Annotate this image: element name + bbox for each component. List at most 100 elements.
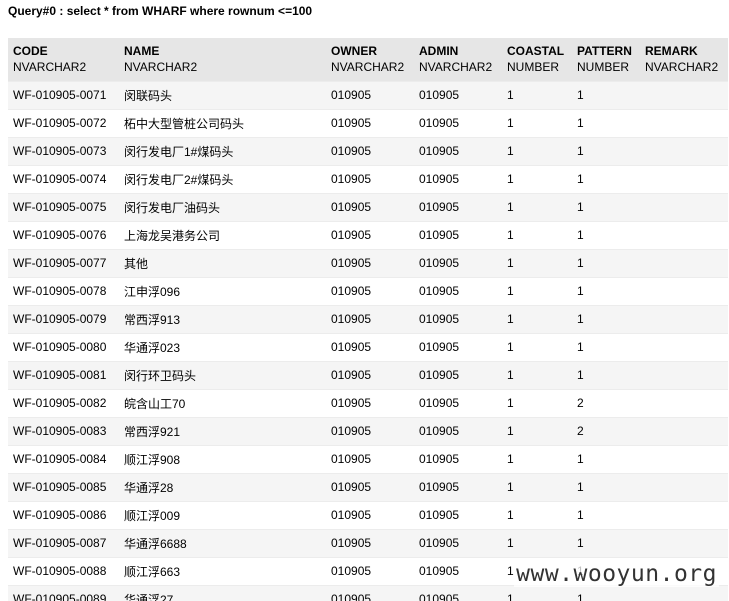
- cell-owner: 010905: [326, 360, 414, 389]
- cell-name: 常西浮913: [119, 304, 326, 333]
- table-row: WF-010905-0071 闵联码头 010905 010905 1 1: [8, 80, 728, 109]
- cell-admin: 010905: [414, 164, 502, 193]
- query-result-page: Query#0 : select * from WHARF where rown…: [0, 0, 729, 601]
- cell-owner: 010905: [326, 220, 414, 249]
- cell-pattern: 1: [572, 80, 640, 109]
- cell-code: WF-010905-0075: [8, 192, 119, 221]
- table-row: WF-010905-0079 常西浮913 010905 010905 1 1: [8, 304, 728, 333]
- column-header-admin: ADMIN NVARCHAR2: [414, 38, 502, 81]
- cell-name: 柘中大型管桩公司码头: [119, 108, 326, 137]
- cell-admin: 010905: [414, 388, 502, 417]
- cell-pattern: 1: [572, 108, 640, 137]
- cell-coastal: 1: [502, 388, 572, 417]
- cell-owner: 010905: [326, 416, 414, 445]
- cell-code: WF-010905-0073: [8, 136, 119, 165]
- column-name: CODE: [13, 44, 48, 59]
- cell-admin: 010905: [414, 136, 502, 165]
- cell-admin: 010905: [414, 444, 502, 473]
- cell-admin: 010905: [414, 276, 502, 305]
- cell-code: WF-010905-0080: [8, 332, 119, 361]
- column-type: NVARCHAR2: [645, 60, 719, 75]
- column-name: REMARK: [645, 44, 698, 59]
- cell-pattern: 1: [572, 528, 640, 557]
- table-row: WF-010905-0084 顺江浮908 010905 010905 1 1: [8, 444, 728, 473]
- cell-owner: 010905: [326, 192, 414, 221]
- table-row: WF-010905-0086 顺江浮009 010905 010905 1 1: [8, 500, 728, 529]
- column-name: PATTERN: [577, 44, 632, 59]
- cell-admin: 010905: [414, 556, 502, 585]
- cell-code: WF-010905-0085: [8, 472, 119, 501]
- cell-code: WF-010905-0084: [8, 444, 119, 473]
- table-row: WF-010905-0072 柘中大型管桩公司码头 010905 010905 1 1: [8, 108, 728, 137]
- column-name: NAME: [124, 44, 160, 59]
- cell-code: WF-010905-0071: [8, 80, 119, 109]
- cell-code: WF-010905-0079: [8, 304, 119, 333]
- cell-coastal: 1: [502, 444, 572, 473]
- cell-remark: [640, 108, 728, 137]
- cell-admin: 010905: [414, 416, 502, 445]
- cell-coastal: 1: [502, 360, 572, 389]
- cell-pattern: 2: [572, 388, 640, 417]
- cell-pattern: 1: [572, 248, 640, 277]
- cell-code: WF-010905-0077: [8, 248, 119, 277]
- cell-coastal: 1: [502, 416, 572, 445]
- table-row: WF-010905-0085 华通浮28 010905 010905 1 1: [8, 472, 728, 501]
- cell-owner: 010905: [326, 248, 414, 277]
- column-header-pattern: PATTERN NUMBER: [572, 38, 640, 81]
- cell-admin: 010905: [414, 220, 502, 249]
- cell-owner: 010905: [326, 164, 414, 193]
- cell-coastal: 1: [502, 276, 572, 305]
- cell-admin: 010905: [414, 528, 502, 557]
- column-name: COASTAL: [507, 44, 565, 59]
- cell-remark: [640, 220, 728, 249]
- table-row: WF-010905-0089 华通浮27 010905 010905 1 1: [8, 584, 728, 601]
- column-header-owner: OWNER NVARCHAR2: [326, 38, 414, 81]
- cell-name: 华通浮6688: [119, 528, 326, 557]
- cell-name: 华通浮27: [119, 584, 326, 601]
- table-row: WF-010905-0075 闵行发电厂油码头 010905 010905 1 1: [8, 192, 728, 221]
- cell-code: WF-010905-0088: [8, 556, 119, 585]
- cell-admin: 010905: [414, 332, 502, 361]
- table-row: WF-010905-0078 江申浮096 010905 010905 1 1: [8, 276, 728, 305]
- cell-name: 闵行发电厂1#煤码头: [119, 136, 326, 165]
- cell-coastal: 1: [502, 248, 572, 277]
- cell-admin: 010905: [414, 360, 502, 389]
- table-row: WF-010905-0087 华通浮6688 010905 010905 1 1: [8, 528, 728, 557]
- column-type: NUMBER: [577, 60, 630, 75]
- cell-remark: [640, 528, 728, 557]
- cell-remark: [640, 416, 728, 445]
- cell-pattern: 1: [572, 136, 640, 165]
- cell-code: WF-010905-0081: [8, 360, 119, 389]
- cell-name: 顺江浮009: [119, 500, 326, 529]
- column-type: NUMBER: [507, 60, 560, 75]
- table-row: WF-010905-0080 华通浮023 010905 010905 1 1: [8, 332, 728, 361]
- cell-remark: [640, 164, 728, 193]
- cell-remark: [640, 584, 728, 601]
- cell-coastal: 1: [502, 108, 572, 137]
- cell-owner: 010905: [326, 108, 414, 137]
- cell-pattern: 1: [572, 500, 640, 529]
- cell-owner: 010905: [326, 276, 414, 305]
- table-row: WF-010905-0077 其他 010905 010905 1 1: [8, 248, 728, 277]
- cell-remark: [640, 332, 728, 361]
- table-row: WF-010905-0073 闵行发电厂1#煤码头 010905 010905 1 1: [8, 136, 728, 165]
- cell-remark: [640, 80, 728, 109]
- cell-remark: [640, 192, 728, 221]
- header-row: CODE NVARCHAR2 NAME NVARCHAR2 OWNER NVARCHAR2…: [8, 38, 728, 81]
- column-name: ADMIN: [419, 44, 459, 59]
- column-type: NVARCHAR2: [419, 60, 493, 75]
- column-type: NVARCHAR2: [13, 60, 87, 75]
- cell-owner: 010905: [326, 332, 414, 361]
- cell-coastal: 1: [502, 472, 572, 501]
- cell-remark: [640, 500, 728, 529]
- cell-admin: 010905: [414, 248, 502, 277]
- cell-owner: 010905: [326, 500, 414, 529]
- table-row: WF-010905-0082 皖含山工70 010905 010905 1 2: [8, 388, 728, 417]
- table-body: WF-010905-0071 闵联码头 010905 010905 1 1 WF-01090…: [8, 80, 728, 601]
- cell-admin: 010905: [414, 304, 502, 333]
- cell-owner: 010905: [326, 304, 414, 333]
- cell-owner: 010905: [326, 556, 414, 585]
- cell-owner: 010905: [326, 528, 414, 557]
- cell-coastal: 1: [502, 164, 572, 193]
- cell-name: 华通浮28: [119, 472, 326, 501]
